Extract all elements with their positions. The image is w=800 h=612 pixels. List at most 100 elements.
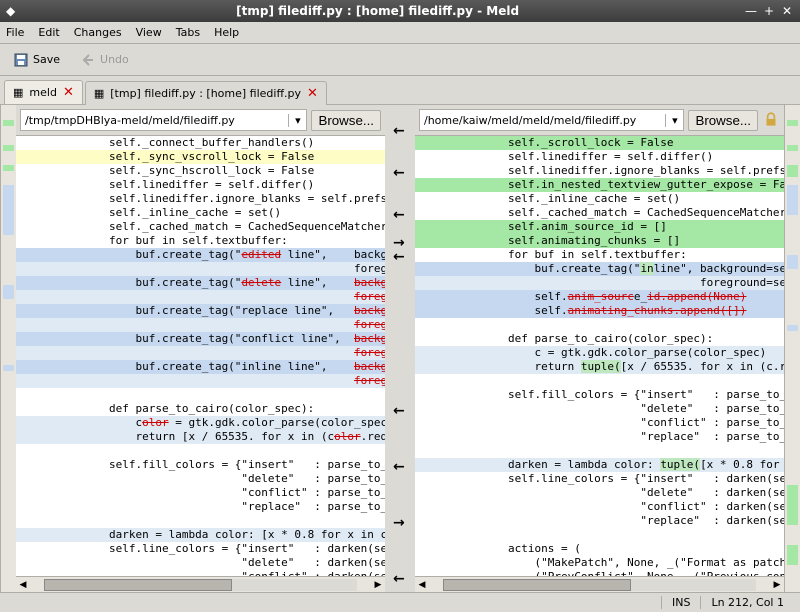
save-button[interactable]: Save xyxy=(6,48,67,72)
overview-mark[interactable] xyxy=(3,165,14,171)
undo-button[interactable]: Undo xyxy=(73,48,136,72)
code-line[interactable]: self.fill_colors = {"insert" : parse_to_… xyxy=(16,458,385,472)
left-path-combo[interactable]: ▾ xyxy=(20,109,307,131)
right-path-combo[interactable]: ▾ xyxy=(419,109,684,131)
code-line[interactable]: self.line_colors = {"insert" : darken(se… xyxy=(16,542,385,556)
code-line[interactable]: c = gtk.gdk.color_parse(color_spec) xyxy=(415,346,784,360)
dropdown-icon[interactable]: ▾ xyxy=(665,114,683,127)
code-line[interactable]: "delete" : darken(self. xyxy=(415,486,784,500)
code-line[interactable]: buf.create_tag("conflict line", backgrou… xyxy=(16,332,385,346)
code-line[interactable]: "conflict" : darken(self. xyxy=(16,570,385,576)
tab-meld[interactable]: ▦ meld ✕ xyxy=(4,80,83,104)
code-line[interactable]: self.linediffer.ignore_blanks = self.pre… xyxy=(16,192,385,206)
code-line[interactable]: self._cached_match = CachedSequenceMatch… xyxy=(16,220,385,234)
menu-help[interactable]: Help xyxy=(214,26,239,39)
tab-close-icon[interactable]: ✕ xyxy=(307,86,318,101)
overview-mark[interactable] xyxy=(3,145,14,151)
overview-mark[interactable] xyxy=(787,185,798,215)
code-line[interactable]: return [x / 65535. for x in (color.red, … xyxy=(16,430,385,444)
code-line[interactable]: ("PrevConflict", None, _("Previous confl… xyxy=(415,570,784,576)
code-line[interactable]: buf.create_tag("replace line", backgroun xyxy=(16,304,385,318)
right-hscroll[interactable]: ◀▶ xyxy=(415,576,784,592)
code-line[interactable]: self._sync_vscroll_lock = False xyxy=(16,150,385,164)
overview-mark[interactable] xyxy=(787,545,798,565)
code-line[interactable]: "conflict" : darken(self. xyxy=(415,500,784,514)
merge-arrow[interactable]: → xyxy=(393,515,405,531)
code-line[interactable]: foregroun xyxy=(16,374,385,388)
code-line[interactable]: "conflict" : parse_to_cai xyxy=(16,486,385,500)
code-line[interactable] xyxy=(415,444,784,458)
left-hscroll[interactable]: ◀▶ xyxy=(16,576,385,592)
code-line[interactable] xyxy=(415,374,784,388)
code-line[interactable]: for buf in self.textbuffer: xyxy=(415,248,784,262)
code-line[interactable] xyxy=(16,514,385,528)
code-line[interactable]: foregroun xyxy=(16,262,385,276)
dropdown-icon[interactable]: ▾ xyxy=(288,114,306,127)
overview-mark[interactable] xyxy=(3,365,14,371)
code-line[interactable]: self._inline_cache = set() xyxy=(16,206,385,220)
code-line[interactable]: ("MakePatch", None, _("Format as patch..… xyxy=(415,556,784,570)
menu-tabs[interactable]: Tabs xyxy=(176,26,200,39)
code-line[interactable]: "delete" : parse_to_cai xyxy=(16,472,385,486)
left-path-input[interactable] xyxy=(21,114,288,127)
code-line[interactable]: self.anim_source_id.append(None) xyxy=(415,290,784,304)
maximize-button[interactable]: + xyxy=(762,4,776,18)
code-line[interactable]: for buf in self.textbuffer: xyxy=(16,234,385,248)
code-line[interactable]: self.fill_colors = {"insert" : parse_to_… xyxy=(415,388,784,402)
code-line[interactable]: self.line_colors = {"insert" : darken(se… xyxy=(415,472,784,486)
tab-close-icon[interactable]: ✕ xyxy=(63,85,74,100)
code-line[interactable]: "replace" : darken(self. xyxy=(415,514,784,528)
code-line[interactable]: buf.create_tag("edited line", backgroun xyxy=(16,248,385,262)
code-line[interactable]: self._cached_match = CachedSequenceMatch… xyxy=(415,206,784,220)
code-line[interactable]: "delete" : parse_to_cai xyxy=(415,402,784,416)
code-line[interactable]: self.in_nested_textview_gutter_expose = … xyxy=(415,178,784,192)
merge-arrow[interactable]: ← xyxy=(393,249,405,265)
lock-icon[interactable] xyxy=(762,111,780,129)
overview-mark[interactable] xyxy=(787,255,798,269)
merge-arrow[interactable]: ← xyxy=(393,165,405,181)
overview-mark[interactable] xyxy=(3,120,14,126)
code-line[interactable]: buf.create_tag("delete line", backgroun xyxy=(16,276,385,290)
merge-arrow[interactable]: ← xyxy=(393,459,405,475)
code-line[interactable]: def parse_to_cairo(color_spec): xyxy=(415,332,784,346)
overview-mark[interactable] xyxy=(787,485,798,525)
tab-filediff[interactable]: ▦ [tmp] filediff.py : [home] filediff.py… xyxy=(85,81,327,105)
code-line[interactable]: foregroun xyxy=(16,290,385,304)
menu-changes[interactable]: Changes xyxy=(74,26,122,39)
code-line[interactable]: self.anim_source_id = [] xyxy=(415,220,784,234)
code-line[interactable]: buf.create_tag("inline line", backgroun xyxy=(16,360,385,374)
merge-arrow[interactable]: ← xyxy=(393,571,405,587)
code-line[interactable]: foreground=self. xyxy=(415,276,784,290)
right-path-input[interactable] xyxy=(420,114,665,127)
overview-mark[interactable] xyxy=(3,185,14,235)
code-line[interactable]: buf.create_tag("inline", background=self… xyxy=(415,262,784,276)
code-line[interactable]: return tuple([x / 65535. for x in (c.red… xyxy=(415,360,784,374)
code-line[interactable]: foregroun xyxy=(16,346,385,360)
merge-arrow[interactable]: ← xyxy=(393,123,405,139)
code-line[interactable]: "conflict" : parse_to_cai xyxy=(415,416,784,430)
code-line[interactable]: "replace" : parse_to_cai xyxy=(415,430,784,444)
code-line[interactable]: self._connect_buffer_handlers() xyxy=(16,136,385,150)
code-line[interactable]: self.linediffer = self.differ() xyxy=(16,178,385,192)
code-line[interactable]: self.animating_chunks.append([]) xyxy=(415,304,784,318)
code-line[interactable]: "replace" : parse_to_cai xyxy=(16,500,385,514)
menu-view[interactable]: View xyxy=(136,26,162,39)
left-browse-button[interactable]: Browse... xyxy=(311,110,381,131)
overview-mark[interactable] xyxy=(3,285,14,299)
overview-right[interactable] xyxy=(784,105,800,592)
right-code-view[interactable]: self._scroll_lock = False self.linediffe… xyxy=(415,136,784,576)
code-line[interactable]: color = gtk.gdk.color_parse(color_spec) xyxy=(16,416,385,430)
overview-mark[interactable] xyxy=(787,165,798,177)
code-line[interactable] xyxy=(16,388,385,402)
minimize-button[interactable]: — xyxy=(744,4,758,18)
code-line[interactable]: self._scroll_lock = False xyxy=(415,136,784,150)
code-line[interactable]: self._inline_cache = set() xyxy=(415,192,784,206)
menu-edit[interactable]: Edit xyxy=(38,26,59,39)
code-line[interactable]: darken = lambda color: tuple([x * 0.8 fo… xyxy=(415,458,784,472)
code-line[interactable]: self.linediffer.ignore_blanks = self.pre… xyxy=(415,164,784,178)
overview-mark[interactable] xyxy=(787,325,798,331)
code-line[interactable]: self._sync_hscroll_lock = False xyxy=(16,164,385,178)
merge-arrow[interactable]: ← xyxy=(393,403,405,419)
merge-arrow[interactable]: ← xyxy=(393,207,405,223)
code-line[interactable]: darken = lambda color: [x * 0.8 for x in… xyxy=(16,528,385,542)
